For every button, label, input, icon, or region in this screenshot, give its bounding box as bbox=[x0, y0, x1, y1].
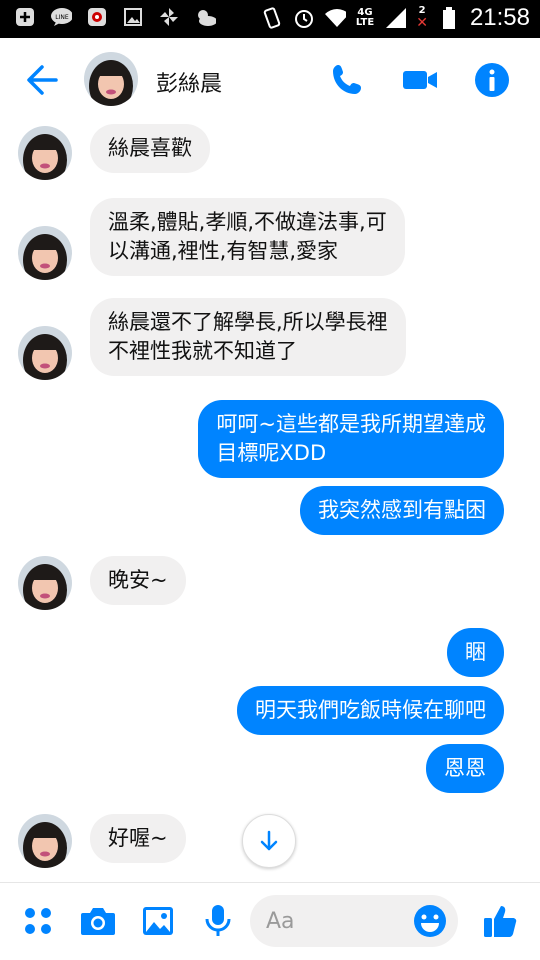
message-bubble-outgoing[interactable]: 恩恩 bbox=[426, 744, 504, 793]
weather-icon bbox=[194, 6, 216, 28]
thumbs-up-icon bbox=[484, 906, 517, 937]
sim-slot-indicator: 2 ✕ bbox=[416, 5, 428, 31]
notification-icons: LINE bbox=[14, 6, 216, 28]
signal-icon bbox=[384, 7, 407, 29]
microphone-icon bbox=[205, 905, 231, 936]
vibrate-icon bbox=[260, 7, 282, 29]
more-actions-button[interactable] bbox=[18, 901, 58, 941]
message-bubble-incoming[interactable]: 晚安~ bbox=[90, 556, 186, 605]
info-icon bbox=[475, 63, 509, 97]
app-notification-icon bbox=[86, 6, 108, 28]
message-bubble-incoming[interactable]: 好喔~ bbox=[90, 814, 186, 863]
message-bubble-incoming[interactable]: 絲晨喜歡 bbox=[90, 124, 210, 173]
back-button[interactable] bbox=[22, 60, 62, 100]
voice-call-button[interactable] bbox=[328, 60, 368, 100]
message-input-box[interactable] bbox=[250, 895, 458, 947]
back-arrow-icon bbox=[27, 65, 58, 95]
arrow-down-icon bbox=[260, 830, 278, 851]
no-signal-x-icon: ✕ bbox=[416, 15, 428, 31]
message-input[interactable] bbox=[266, 905, 416, 937]
like-button[interactable] bbox=[480, 901, 520, 941]
message-bubble-incoming[interactable]: 絲晨還不了解學長,所以學長裡 不裡性我就不知道了 bbox=[90, 298, 406, 376]
clock: 21:58 bbox=[469, 4, 530, 31]
battery-icon bbox=[438, 7, 460, 29]
phone-icon bbox=[333, 65, 361, 94]
pinwheel-icon bbox=[158, 6, 180, 28]
camera-button[interactable] bbox=[78, 901, 118, 941]
network-type: 4G LTE bbox=[355, 7, 375, 28]
message-bubble-outgoing[interactable]: 明天我們吃飯時候在聊吧 bbox=[237, 686, 504, 735]
video-call-button[interactable] bbox=[400, 60, 440, 100]
wifi-icon bbox=[324, 7, 346, 29]
video-camera-icon bbox=[403, 71, 437, 89]
sender-avatar[interactable] bbox=[18, 126, 72, 180]
sender-avatar[interactable] bbox=[18, 814, 72, 868]
svg-text:LINE: LINE bbox=[55, 14, 69, 21]
message-composer bbox=[0, 882, 540, 960]
status-bar: LINE 4G LTE 2 ✕ 21:58 bbox=[0, 0, 540, 38]
sender-avatar[interactable] bbox=[18, 226, 72, 280]
message-bubble-outgoing[interactable]: 呵呵~這些都是我所期望達成 目標呢XDD bbox=[198, 400, 504, 478]
messenger-conversation-screen: LINE 4G LTE 2 ✕ 21:58 彭絲晨 絲晨喜歡 溫柔,體貼,孝順,… bbox=[0, 0, 540, 960]
conversation-header: 彭絲晨 bbox=[0, 38, 540, 120]
voice-message-button[interactable] bbox=[198, 901, 238, 941]
message-bubble-outgoing[interactable]: 睏 bbox=[447, 628, 504, 677]
emoji-icon bbox=[414, 905, 446, 937]
scroll-to-bottom-button[interactable] bbox=[242, 814, 296, 868]
message-bubble-incoming[interactable]: 溫柔,體貼,孝順,不做違法事,可 以溝通,裡性,有智慧,愛家 bbox=[90, 198, 405, 276]
emoji-button[interactable] bbox=[412, 903, 448, 939]
image-notification-icon bbox=[122, 6, 144, 28]
sender-avatar[interactable] bbox=[18, 326, 72, 380]
plus-notification-icon bbox=[14, 6, 36, 28]
sender-avatar[interactable] bbox=[18, 556, 72, 610]
contact-name[interactable]: 彭絲晨 bbox=[156, 66, 222, 98]
more-dots-icon bbox=[25, 908, 51, 934]
alarm-icon bbox=[292, 7, 314, 29]
system-status-icons: 4G LTE 2 ✕ 21:58 bbox=[260, 4, 530, 32]
gallery-button[interactable] bbox=[138, 901, 178, 941]
message-bubble-outgoing[interactable]: 我突然感到有點困 bbox=[300, 486, 504, 535]
message-list[interactable]: 絲晨喜歡 溫柔,體貼,孝順,不做違法事,可 以溝通,裡性,有智慧,愛家 絲晨還不… bbox=[0, 120, 540, 882]
camera-icon bbox=[81, 908, 115, 935]
line-app-icon: LINE bbox=[50, 6, 72, 28]
conversation-info-button[interactable] bbox=[472, 60, 512, 100]
contact-avatar[interactable] bbox=[84, 52, 138, 106]
gallery-icon bbox=[143, 907, 173, 935]
